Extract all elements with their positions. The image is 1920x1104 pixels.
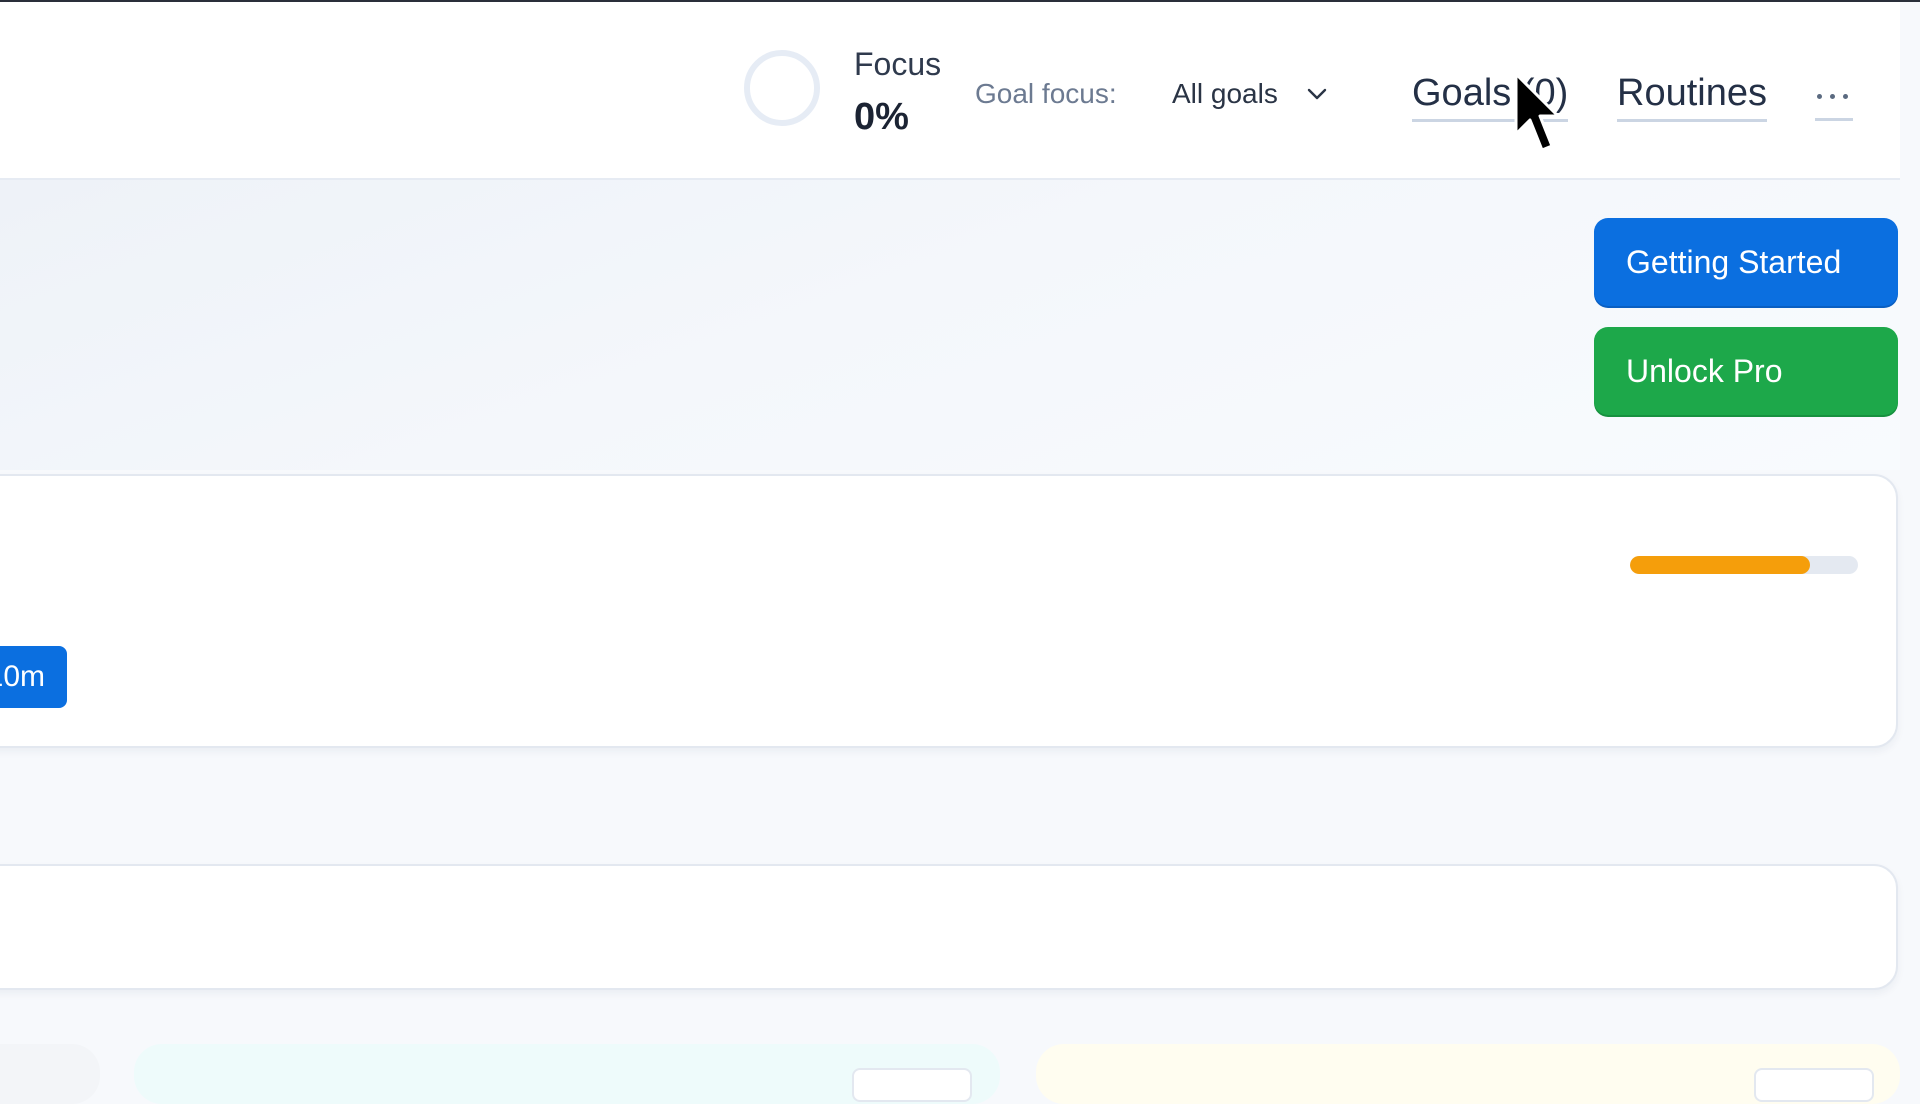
goal-focus-selected: All goals bbox=[1172, 78, 1278, 109]
focus-label: Focus bbox=[854, 46, 942, 82]
task-progress-bar bbox=[1630, 556, 1858, 574]
panel-tab[interactable] bbox=[852, 1068, 972, 1102]
bottom-panel-left bbox=[0, 1044, 100, 1104]
more-dots-icon bbox=[1843, 94, 1848, 99]
focus-value: 0% bbox=[854, 96, 909, 138]
panel-tab[interactable] bbox=[1754, 1068, 1874, 1102]
more-menu-button[interactable] bbox=[1815, 78, 1853, 121]
goal-focus-label: Goal focus: bbox=[975, 78, 1117, 109]
task-progress-fill bbox=[1630, 556, 1811, 574]
focus-progress-ring bbox=[744, 50, 820, 126]
mouse-cursor-icon bbox=[1514, 72, 1560, 152]
task-card bbox=[0, 474, 1898, 748]
more-dots-icon bbox=[1830, 94, 1835, 99]
getting-started-button[interactable]: Getting Started bbox=[1594, 218, 1898, 306]
nav-routines-link[interactable]: Routines bbox=[1617, 72, 1767, 122]
top-header: Focus 0% Goal focus: All goals Goals (0)… bbox=[0, 2, 1900, 180]
chevron-down-icon bbox=[1307, 88, 1327, 100]
time-chip[interactable]: 10m bbox=[0, 646, 67, 708]
more-dots-icon bbox=[1817, 94, 1822, 99]
unlock-pro-button[interactable]: Unlock Pro bbox=[1594, 327, 1898, 415]
secondary-card bbox=[0, 864, 1898, 990]
goal-focus-select[interactable]: All goals bbox=[1172, 72, 1328, 116]
